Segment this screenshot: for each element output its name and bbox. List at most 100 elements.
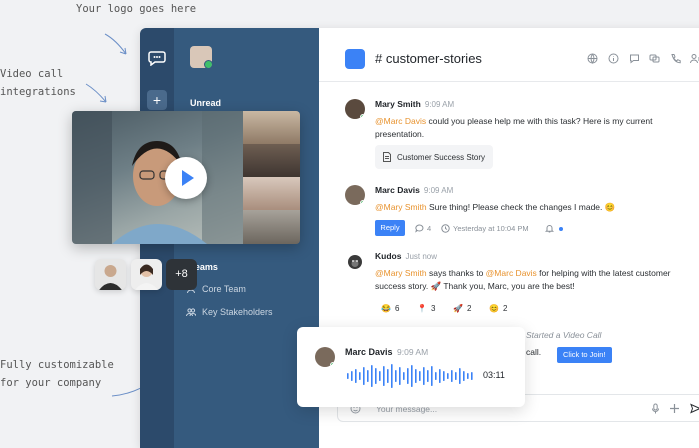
chat-bubble-logo-icon[interactable] — [148, 48, 166, 66]
waveform-bar — [367, 370, 369, 382]
reaction-chip[interactable]: 😊 2 — [489, 304, 507, 313]
waveform-bar — [423, 367, 425, 385]
message-kudos: Kudos Just now @Mary Smith says thanks to… — [375, 250, 675, 293]
message-text: says thanks to — [426, 268, 486, 278]
message-marc-davis: Marc Davis 9:09 AM @Mary Smith Sure thing… — [375, 184, 675, 214]
microphone-icon[interactable] — [650, 403, 661, 414]
avatar[interactable] — [345, 99, 365, 119]
join-call-button[interactable]: Click to Join! — [557, 347, 612, 363]
reaction-chip[interactable]: 🚀 2 — [453, 304, 471, 313]
waveform-bar — [387, 369, 389, 383]
avatar[interactable] — [345, 185, 365, 205]
sidebar-item-key-stakeholders[interactable]: Key Stakeholders — [186, 307, 273, 317]
message-time: 9:09 AM — [423, 186, 454, 195]
participant-avatar[interactable] — [95, 259, 126, 290]
reaction-count: 2 — [466, 304, 472, 313]
message-author[interactable]: Mary Smith — [375, 99, 421, 109]
voice-author: Marc Davis — [345, 347, 393, 357]
channel-title: # customer-stories — [375, 51, 482, 66]
reaction-chip[interactable]: 📍 3 — [417, 304, 435, 313]
mention-link[interactable]: @Marc Davis — [375, 116, 426, 126]
waveform-bar — [375, 368, 377, 384]
user-avatar[interactable] — [190, 46, 212, 68]
kudos-bot-avatar[interactable] — [345, 252, 365, 272]
video-main-feed — [72, 111, 243, 244]
video-annotation: Video call integrations — [0, 68, 76, 98]
person-icon — [99, 265, 122, 290]
file-name: Customer Success Story — [397, 152, 486, 162]
audio-waveform[interactable] — [345, 363, 475, 389]
thread-replies[interactable]: 4 — [415, 224, 431, 233]
waveform-bar — [463, 371, 465, 381]
waveform-bar — [407, 368, 409, 384]
custom-annotation: Fully customizable for your company — [0, 359, 114, 389]
reaction-count: 3 — [430, 304, 436, 313]
participant-video-thumb[interactable] — [243, 177, 300, 210]
add-workspace-button[interactable]: + — [147, 90, 167, 110]
video-participant-thumbnails — [243, 111, 300, 244]
notification-toggle[interactable] — [545, 224, 563, 233]
avatar — [315, 347, 335, 367]
phone-icon[interactable] — [670, 53, 681, 64]
reply-button[interactable]: Reply — [375, 220, 405, 236]
person-figure-icon — [72, 111, 243, 244]
waveform-bar — [455, 372, 457, 380]
reaction-count: 2 — [502, 304, 508, 313]
file-attachment[interactable]: Customer Success Story — [375, 145, 494, 169]
sidebar-item-label: Key Stakeholders — [202, 307, 273, 317]
video-call-status: Started a Video Call — [526, 330, 602, 340]
message-time: 9:09 AM — [424, 100, 455, 109]
waveform-bar — [459, 368, 461, 384]
waveform-bar — [443, 371, 445, 381]
reaction-emoji: 🚀 — [453, 304, 463, 313]
message-mary-smith: Mary Smith 9:09 AM @Marc Davis could you … — [375, 98, 675, 141]
participant-avatar[interactable] — [131, 259, 162, 290]
reaction-chip[interactable]: 😂 6 — [381, 304, 399, 313]
channel-header: # customer-stories — [319, 28, 699, 82]
voice-message-card[interactable]: Marc Davis 9:09 AM 03:11 — [297, 327, 525, 407]
waveform-bar — [351, 371, 353, 381]
members-icon[interactable] — [690, 53, 699, 64]
arrow-icon — [104, 33, 127, 55]
waveform-bar — [415, 369, 417, 383]
threads-icon[interactable] — [649, 53, 660, 64]
clock-icon — [441, 224, 450, 233]
participant-video-thumb[interactable] — [243, 210, 300, 244]
reaction-emoji: 😊 — [489, 304, 499, 313]
mention-link[interactable]: @Mary Smith — [375, 268, 427, 278]
waveform-bar — [379, 371, 381, 381]
video-call-text: call. — [526, 347, 542, 357]
waveform-bar — [371, 365, 373, 387]
unread-dot — [559, 226, 563, 231]
mention-link[interactable]: @Mary Smith — [375, 202, 427, 212]
participant-video-thumb[interactable] — [243, 111, 300, 144]
waveform-bar — [467, 373, 469, 379]
chat-icon[interactable] — [629, 53, 640, 64]
waveform-bar — [347, 373, 349, 379]
person-icon — [135, 264, 158, 290]
info-icon[interactable] — [608, 53, 619, 64]
plus-icon[interactable] — [669, 403, 680, 414]
waveform-bar — [395, 370, 397, 382]
waveform-bar — [355, 369, 357, 383]
timestamp-text: Yesterday at 10:04 PM — [453, 224, 529, 233]
message-time: Just now — [405, 252, 438, 261]
message-text: Sure thing! Please check the changes I m… — [426, 202, 616, 212]
send-icon[interactable] — [690, 403, 699, 414]
mention-link[interactable]: @Marc Davis — [486, 268, 537, 278]
participant-video-thumb[interactable] — [243, 144, 300, 177]
voice-duration: 03:11 — [483, 370, 505, 380]
unread-heading: Unread — [190, 98, 222, 108]
play-icon — [182, 170, 194, 186]
sidebar-item-label: Core Team — [202, 284, 246, 294]
more-participants-badge[interactable]: +8 — [166, 259, 197, 290]
waveform-bar — [431, 366, 433, 386]
play-button[interactable] — [165, 157, 207, 199]
video-call-preview[interactable] — [72, 111, 300, 244]
voice-time: 9:09 AM — [397, 347, 429, 357]
message-author[interactable]: Marc Davis — [375, 185, 420, 195]
globe-icon[interactable] — [587, 53, 598, 64]
message-author[interactable]: Kudos — [375, 251, 401, 261]
waveform-bar — [435, 372, 437, 380]
waveform-bar — [439, 369, 441, 383]
